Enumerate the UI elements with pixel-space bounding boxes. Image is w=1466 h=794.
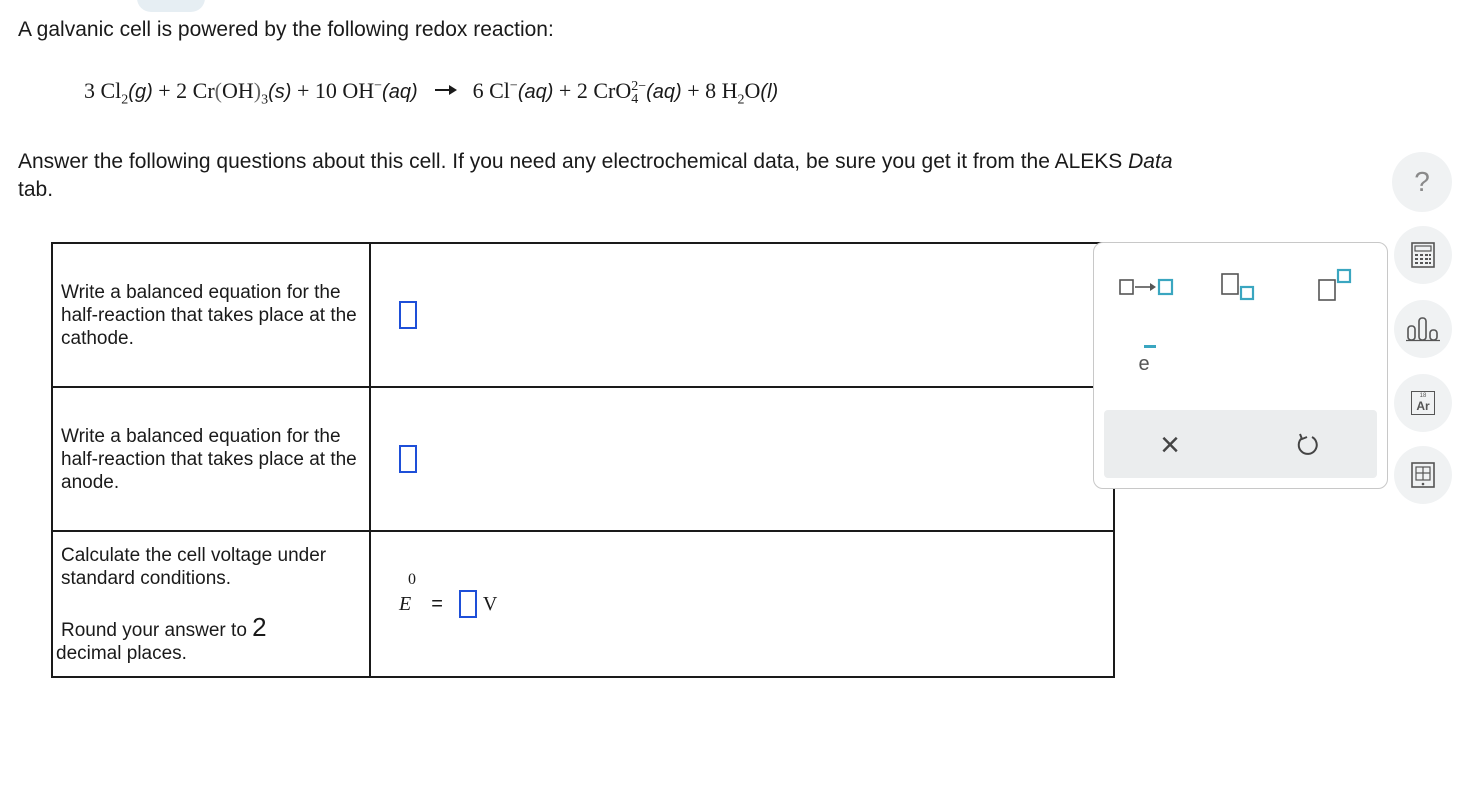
table-row: Write a balanced equation for the half-r… bbox=[51, 386, 1115, 532]
clear-button[interactable]: × bbox=[1150, 425, 1190, 464]
calculator-button[interactable] bbox=[1394, 226, 1452, 284]
cathode-answer-cell bbox=[369, 242, 1115, 388]
periodic-table-icon: 18 Ar bbox=[1411, 391, 1435, 415]
chart-button[interactable] bbox=[1394, 300, 1452, 358]
chart-icon bbox=[1406, 317, 1440, 342]
electron-tool[interactable]: e bbox=[1128, 344, 1160, 381]
e-zero-symbol: E0 bbox=[399, 570, 416, 615]
equation-palette: e × bbox=[1093, 242, 1388, 489]
subscript-tool[interactable] bbox=[1216, 269, 1260, 303]
close-icon: × bbox=[1160, 425, 1180, 464]
anode-answer-cell bbox=[369, 386, 1115, 532]
table-row: Write a balanced equation for the half-r… bbox=[51, 242, 1115, 388]
periodic-table-button[interactable]: 18 Ar bbox=[1394, 374, 1452, 432]
table-row: Calculate the cell voltage under standar… bbox=[51, 530, 1115, 678]
question-table: Write a balanced equation for the half-r… bbox=[51, 242, 1115, 678]
intro-text: A galvanic cell is powered by the follow… bbox=[18, 18, 554, 41]
instructions-text: Answer the following questions about thi… bbox=[18, 150, 1173, 201]
anode-question: Write a balanced equation for the half-r… bbox=[51, 386, 371, 532]
superscript-tool[interactable] bbox=[1312, 267, 1358, 303]
palette-action-bar: × bbox=[1104, 410, 1377, 478]
reaction-arrow-tool[interactable] bbox=[1116, 273, 1176, 301]
anode-answer-input[interactable] bbox=[399, 445, 417, 473]
calculator-icon bbox=[1411, 242, 1435, 268]
superscript-icon bbox=[1318, 268, 1352, 301]
question-mark-icon: ? bbox=[1414, 166, 1430, 197]
electron-icon: e bbox=[1138, 344, 1157, 376]
top-tab[interactable] bbox=[137, 0, 205, 12]
voltage-answer-input[interactable] bbox=[458, 590, 477, 618]
cathode-answer-input[interactable] bbox=[399, 301, 417, 329]
data-tab-link[interactable]: Data bbox=[1128, 150, 1172, 173]
data-book-button[interactable] bbox=[1394, 446, 1452, 504]
rounding-instruction: Round your answer to 2 decimal places. bbox=[56, 611, 267, 664]
help-button[interactable]: ? bbox=[1392, 152, 1452, 212]
box-arrow-box-icon bbox=[1119, 278, 1174, 296]
voltage-question: Calculate the cell voltage under standar… bbox=[51, 530, 371, 678]
subscript-icon bbox=[1221, 273, 1255, 301]
data-book-icon bbox=[1411, 462, 1435, 488]
undo-icon bbox=[1297, 433, 1318, 455]
cathode-question: Write a balanced equation for the half-r… bbox=[51, 242, 371, 388]
redox-reaction: 3 Cl2(g) + 2 Cr(OH)3(s) + 10 OH−(aq) 6 C… bbox=[84, 78, 779, 108]
voltage-answer-cell: E0 = V bbox=[369, 530, 1115, 678]
undo-button[interactable] bbox=[1288, 428, 1328, 462]
reaction-arrow-icon bbox=[435, 84, 458, 100]
